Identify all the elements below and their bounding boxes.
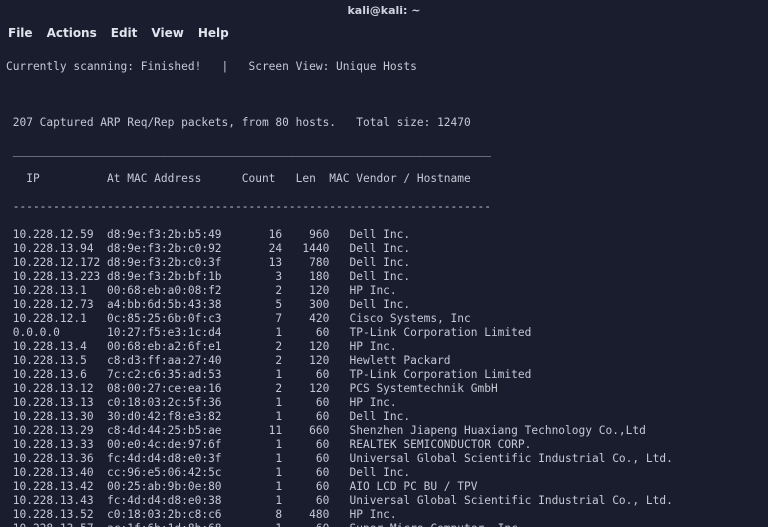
column-headers: IP At MAC Address Count Len MAC Vendor /…: [6, 172, 762, 186]
status-line-2: 207 Captured ARP Req/Rep packets, from 8…: [6, 116, 762, 130]
table-row: 10.228.13.33 00:e0:4c:de:97:6f 1 60 REAL…: [6, 438, 762, 452]
table-row: 10.228.13.223 d8:9e:f3:2b:bf:1b 3 180 De…: [6, 270, 762, 284]
table-row: 10.228.13.4 00:68:eb:a2:6f:e1 2 120 HP I…: [6, 340, 762, 354]
table-row: 10.228.13.40 cc:96:e5:06:42:5c 1 60 Dell…: [6, 466, 762, 480]
header-separator-top: ________________________________________…: [6, 144, 762, 158]
menu-actions[interactable]: Actions: [47, 26, 97, 40]
table-row: 10.228.13.1 00:68:eb:a0:08:f2 2 120 HP I…: [6, 284, 762, 298]
table-row: 10.228.13.52 c0:18:03:2b:c8:c6 8 480 HP …: [6, 508, 762, 522]
table-row: 0.0.0.0 10:27:f5:e3:1c:d4 1 60 TP-Link C…: [6, 326, 762, 340]
table-row: 10.228.12.59 d8:9e:f3:2b:b5:49 16 960 De…: [6, 228, 762, 242]
status-line-1: Currently scanning: Finished! | Screen V…: [6, 60, 762, 74]
table-row: 10.228.13.30 30:d0:42:f8:e3:82 1 60 Dell…: [6, 410, 762, 424]
table-row: 10.228.13.5 c8:d3:ff:aa:27:40 2 120 Hewl…: [6, 354, 762, 368]
menu-bar: File Actions Edit View Help: [0, 22, 768, 44]
window-title: kali@kali: ~: [0, 0, 768, 22]
table-row: 10.228.12.1 0c:85:25:6b:0f:c3 7 420 Cisc…: [6, 312, 762, 326]
table-row: 10.228.12.73 a4:bb:6d:5b:43:38 5 300 Del…: [6, 298, 762, 312]
table-row: 10.228.13.94 d8:9e:f3:2b:c0:92 24 1440 D…: [6, 242, 762, 256]
menu-edit[interactable]: Edit: [111, 26, 138, 40]
menu-file[interactable]: File: [8, 26, 33, 40]
header-separator-bottom: ----------------------------------------…: [6, 200, 762, 214]
table-row: 10.228.13.42 00:25:ab:9b:0e:80 1 60 AIO …: [6, 480, 762, 494]
terminal-output[interactable]: Currently scanning: Finished! | Screen V…: [0, 44, 768, 527]
blank-line: [6, 88, 762, 102]
table-row: 10.228.13.29 c8:4d:44:25:b5:ae 11 660 Sh…: [6, 424, 762, 438]
menu-view[interactable]: View: [151, 26, 183, 40]
table-row: 10.228.13.43 fc:4d:d4:d8:e0:38 1 60 Univ…: [6, 494, 762, 508]
table-row: 10.228.13.12 08:00:27:ce:ea:16 2 120 PCS…: [6, 382, 762, 396]
table-row: 10.228.12.172 d8:9e:f3:2b:c0:3f 13 780 D…: [6, 256, 762, 270]
table-row: 10.228.13.36 fc:4d:d4:d8:e0:3f 1 60 Univ…: [6, 452, 762, 466]
table-row: 10.228.13.13 c0:18:03:2c:5f:36 1 60 HP I…: [6, 396, 762, 410]
table-row: 10.228.13.57 ac:1f:6b:1d:8b:68 1 60 Supe…: [6, 522, 762, 527]
table-row: 10.228.13.6 7c:c2:c6:35:ad:53 1 60 TP-Li…: [6, 368, 762, 382]
menu-help[interactable]: Help: [198, 26, 229, 40]
